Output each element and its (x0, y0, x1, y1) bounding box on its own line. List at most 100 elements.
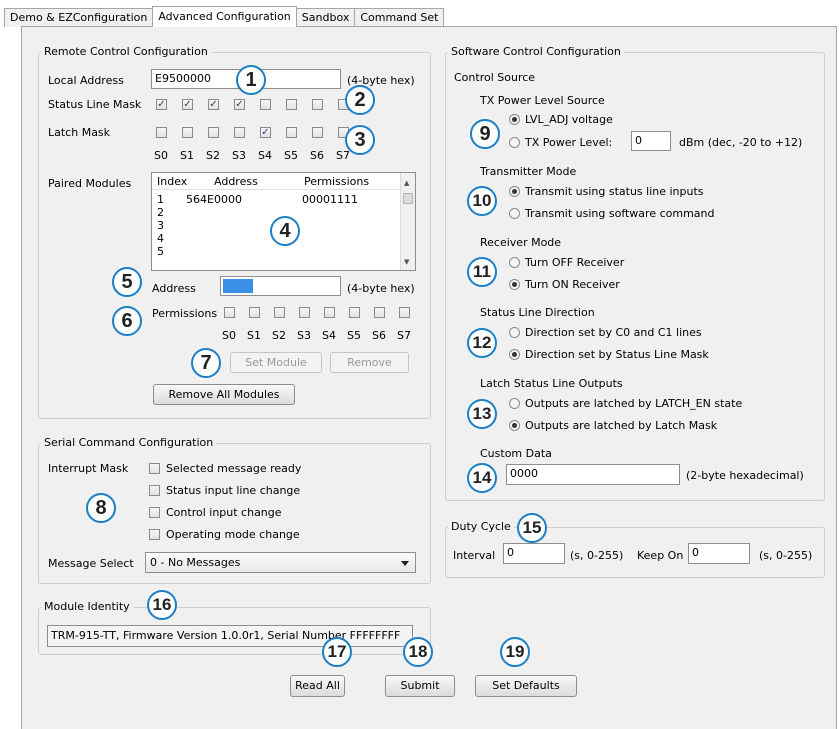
tx-power-input[interactable]: 0 (631, 131, 671, 151)
receiver-mode-title: Receiver Mode (480, 236, 562, 249)
callout-7: 7 (191, 348, 221, 378)
latch-en-label: Outputs are latched by LATCH_EN state (525, 397, 743, 410)
latch-bit-label-s5: S5 (284, 149, 298, 162)
scroll-down-icon[interactable]: ▼ (404, 258, 409, 266)
latch-mask-radio[interactable] (509, 420, 520, 431)
remove-all-modules-button[interactable]: Remove All Modules (153, 384, 295, 405)
status-mask-checkbox-s4[interactable] (260, 99, 271, 110)
submit-button[interactable]: Submit (385, 675, 455, 697)
latch-mask-checkbox-s5[interactable] (286, 127, 297, 138)
interrupt-checkbox-0[interactable] (149, 463, 160, 474)
tab-command-set[interactable]: Command Set (354, 8, 445, 27)
status-line-mask-label: Status Line Mask (48, 98, 142, 111)
column-permissions: Permissions (304, 175, 370, 188)
paired-modules-label: Paired Modules (48, 177, 132, 190)
latch-outputs-title: Latch Status Line Outputs (480, 377, 623, 390)
cell-index: 3 (157, 219, 164, 232)
interrupt-checkbox-1[interactable] (149, 485, 160, 496)
permission-bit-label-s7: S7 (397, 329, 411, 342)
tab-sandbox[interactable]: Sandbox (295, 8, 356, 27)
status-mask-checkbox-s1[interactable]: ✓ (182, 99, 193, 110)
tx-lvl-adj-radio[interactable] (509, 114, 520, 125)
tab-demo-ezconfiguration[interactable]: Demo & EZConfiguration (4, 8, 154, 27)
interrupt-mask-label: Interrupt Mask (48, 462, 129, 475)
table-row[interactable]: 5 (152, 246, 401, 258)
callout-15: 15 (517, 513, 547, 543)
custom-data-hint: (2-byte hexadecimal) (686, 469, 804, 482)
remove-button[interactable]: Remove (330, 352, 409, 373)
status-mask-checkbox-s2[interactable]: ✓ (208, 99, 219, 110)
dir-mask-label: Direction set by Status Line Mask (525, 348, 709, 361)
interval-hint: (s, 0-255) (570, 549, 624, 562)
latch-mask-checkbox-s3[interactable] (234, 127, 245, 138)
cell-permissions: 00001111 (302, 193, 358, 206)
software-control-group (445, 52, 825, 501)
keep-on-input[interactable]: 0 (688, 543, 750, 564)
interrupt-label-0: Selected message ready (166, 462, 302, 475)
permission-checkbox-s2[interactable] (274, 307, 285, 318)
message-select-dropdown[interactable]: 0 - No Messages (145, 552, 416, 573)
tx-status-line-radio[interactable] (509, 186, 520, 197)
column-index: Index (157, 175, 188, 188)
interrupt-checkbox-2[interactable] (149, 507, 160, 518)
permission-bit-label-s6: S6 (372, 329, 386, 342)
checkmark-icon: ✓ (157, 99, 166, 110)
permission-checkbox-s7[interactable] (399, 307, 410, 318)
permission-checkbox-s0[interactable] (224, 307, 235, 318)
permission-bit-label-s0: S0 (222, 329, 236, 342)
tx-power-level-radio[interactable] (509, 137, 520, 148)
status-mask-checkbox-s5[interactable] (286, 99, 297, 110)
latch-mask-option-label: Outputs are latched by Latch Mask (525, 419, 718, 432)
callout-10: 10 (467, 186, 497, 216)
table-row[interactable]: 1 564E0000 00001111 (152, 194, 401, 206)
dir-c0c1-radio[interactable] (509, 327, 520, 338)
rx-on-radio[interactable] (509, 279, 520, 290)
interrupt-label-2: Control input change (166, 506, 282, 519)
status-mask-checkbox-s3[interactable]: ✓ (234, 99, 245, 110)
callout-16: 16 (147, 590, 177, 620)
scroll-up-icon[interactable]: ▲ (404, 179, 409, 187)
latch-bit-label-s4: S4 (258, 149, 272, 162)
transmitter-mode-title: Transmitter Mode (480, 165, 577, 178)
interrupt-checkbox-3[interactable] (149, 529, 160, 540)
custom-data-title: Custom Data (480, 447, 552, 460)
set-defaults-button[interactable]: Set Defaults (475, 675, 577, 697)
set-module-button[interactable]: Set Module (230, 352, 322, 373)
latch-mask-checkbox-s2[interactable] (208, 127, 219, 138)
dir-mask-radio[interactable] (509, 349, 520, 360)
permission-bit-label-s3: S3 (297, 329, 311, 342)
paired-modules-header: Index Address Permissions (152, 176, 401, 188)
cell-index: 2 (157, 206, 164, 219)
tab-advanced-configuration[interactable]: Advanced Configuration (152, 6, 297, 27)
latch-mask-checkbox-s0[interactable] (156, 127, 167, 138)
rx-off-radio[interactable] (509, 257, 520, 268)
status-mask-checkbox-s0[interactable]: ✓ (156, 99, 167, 110)
permission-checkbox-s4[interactable] (324, 307, 335, 318)
callout-17: 17 (322, 637, 352, 667)
status-mask-checkbox-s6[interactable] (312, 99, 323, 110)
tx-software-radio[interactable] (509, 208, 520, 219)
column-address: Address (214, 175, 258, 188)
latch-mask-checkbox-s4[interactable]: ✓ (260, 127, 271, 138)
duty-cycle-title: Duty Cycle (448, 520, 514, 533)
address-selection (223, 279, 253, 293)
address-input[interactable] (220, 276, 341, 296)
chevron-down-icon[interactable] (401, 561, 409, 566)
permission-checkbox-s6[interactable] (374, 307, 385, 318)
permission-checkbox-s1[interactable] (249, 307, 260, 318)
latch-mask-checkbox-s1[interactable] (182, 127, 193, 138)
permission-checkbox-s3[interactable] (299, 307, 310, 318)
tab-bar: Demo & EZConfiguration Advanced Configur… (4, 6, 445, 27)
read-all-button[interactable]: Read All (290, 675, 345, 697)
scroll-thumb[interactable] (403, 193, 413, 204)
interrupt-label-3: Operating mode change (166, 528, 300, 541)
permission-checkbox-s5[interactable] (349, 307, 360, 318)
custom-data-input[interactable]: 0000 (506, 464, 680, 485)
paired-modules-scrollbar[interactable]: ▲ ▼ (400, 173, 415, 270)
latch-en-radio[interactable] (509, 398, 520, 409)
latch-mask-checkbox-s6[interactable] (312, 127, 323, 138)
interval-input[interactable]: 0 (503, 543, 565, 564)
latch-bit-label-s7: S7 (336, 149, 350, 162)
cell-index: 1 (157, 193, 164, 206)
tx-software-label: Transmit using software command (525, 207, 715, 220)
